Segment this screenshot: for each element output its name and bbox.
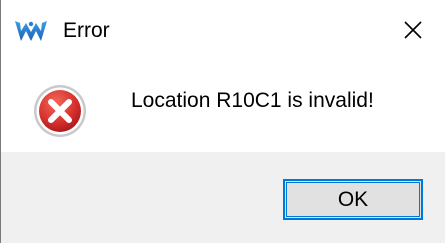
ok-button-label: OK: [337, 187, 369, 211]
error-dialog: Error Location R10C1 is invalid! OK: [0, 0, 445, 243]
error-icon: [32, 83, 88, 139]
close-button[interactable]: [393, 14, 433, 50]
close-icon: [403, 20, 423, 45]
title-bar[interactable]: Error: [1, 0, 445, 62]
dialog-body: Location R10C1 is invalid!: [1, 62, 445, 152]
ok-button[interactable]: OK: [283, 179, 423, 220]
error-message: Location R10C1 is invalid!: [131, 89, 374, 112]
gowin-logo-icon: [14, 19, 48, 43]
button-bar: OK: [1, 152, 445, 243]
window-title: Error: [63, 19, 110, 42]
